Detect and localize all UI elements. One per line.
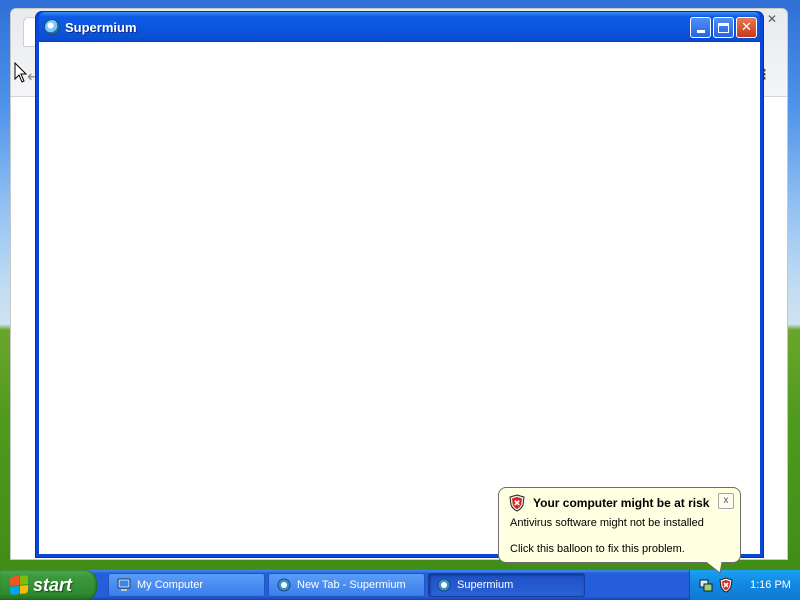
maximize-button[interactable] (713, 17, 734, 38)
minimize-icon (696, 30, 705, 33)
clock[interactable]: 1:16 PM (750, 579, 791, 591)
network-icon[interactable] (698, 577, 714, 593)
background-close-icon[interactable]: ✕ (763, 12, 781, 26)
start-button[interactable]: start (0, 570, 97, 600)
security-balloon[interactable]: Your computer might be at risk x Antivir… (498, 487, 741, 563)
taskbar: start My Computer New Tab - Supermium Su… (0, 570, 800, 600)
mouse-cursor-icon (14, 62, 28, 83)
window-title: Supermium (65, 19, 137, 35)
balloon-tail (705, 562, 723, 574)
window-content-area[interactable] (39, 42, 760, 554)
taskbar-item-label: My Computer (137, 579, 204, 591)
close-icon: ✕ (741, 20, 752, 35)
taskbar-item-label: Supermium (457, 579, 514, 591)
taskbar-item-label: New Tab - Supermium (297, 579, 406, 591)
system-tray: 1:16 PM (689, 570, 800, 600)
supermium-icon (277, 578, 291, 592)
taskbar-item-supermium[interactable]: Supermium (428, 573, 585, 597)
supermium-window[interactable]: Supermium ✕ (35, 11, 764, 558)
minimize-button[interactable] (690, 17, 711, 38)
supermium-icon (44, 19, 60, 35)
balloon-title: Your computer might be at risk (533, 496, 710, 510)
security-shield-icon (509, 494, 525, 512)
balloon-action-text[interactable]: Click this balloon to fix this problem. (510, 543, 685, 555)
windows-logo-icon (10, 575, 28, 595)
balloon-message: Antivirus software might not be installe… (510, 517, 704, 529)
close-button[interactable]: ✕ (736, 17, 757, 38)
window-titlebar[interactable]: Supermium ✕ (39, 12, 760, 42)
supermium-icon (437, 578, 451, 592)
taskbar-item-new-tab[interactable]: New Tab - Supermium (268, 573, 425, 597)
start-label: start (33, 574, 73, 595)
security-shield-icon[interactable] (718, 577, 734, 593)
balloon-close-button[interactable]: x (718, 493, 734, 509)
maximize-icon (718, 22, 729, 33)
taskbar-item-my-computer[interactable]: My Computer (108, 573, 265, 597)
my-computer-icon (117, 578, 131, 591)
